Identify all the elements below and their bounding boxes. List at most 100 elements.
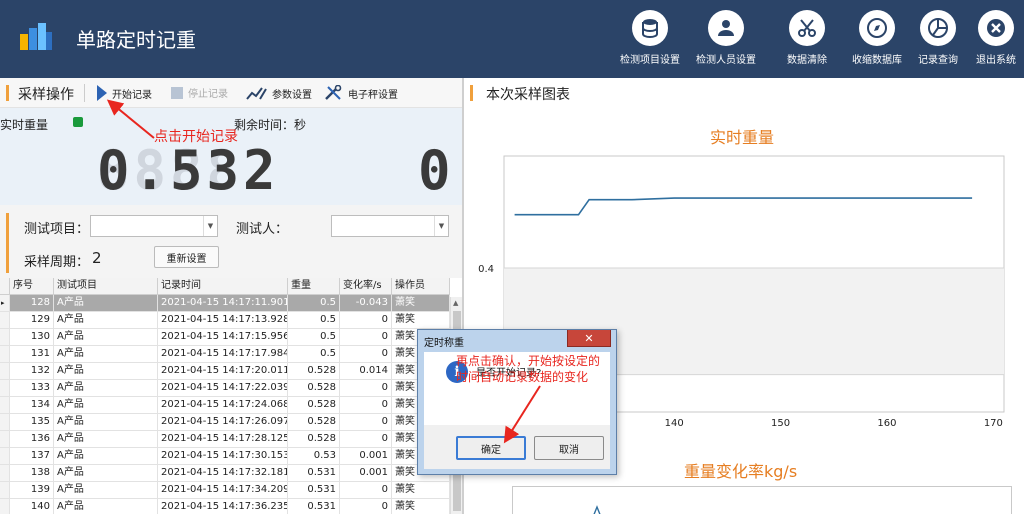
table-cell: 0.528 <box>288 363 340 380</box>
personnel-settings-label: 检测人员设置 <box>696 55 756 66</box>
table-cell: 0.5 <box>288 346 340 363</box>
table-row[interactable]: 131 A产品 2021-04-15 14:17:17.984 0.5 0 萧笑 <box>0 346 450 363</box>
table-cell: 0.528 <box>288 380 340 397</box>
chart-section-title: 本次采样图表 <box>486 87 570 103</box>
table-row[interactable]: 136 A产品 2021-04-15 14:17:28.125 0.528 0 萧笑 <box>0 431 450 448</box>
row-selector[interactable] <box>0 465 10 482</box>
table-row[interactable]: 134 A产品 2021-04-15 14:17:24.068 0.528 0 萧笑 <box>0 397 450 414</box>
row-selector[interactable] <box>0 346 10 363</box>
row-selector[interactable] <box>0 312 10 329</box>
row-selector[interactable] <box>0 414 10 431</box>
table-row[interactable]: 140 A产品 2021-04-15 14:17:36.235 0.531 0 萧笑 <box>0 499 450 514</box>
table-cell: 萧笑 <box>392 312 450 329</box>
x-tick-label: 140 <box>665 418 684 429</box>
table-row[interactable]: 138 A产品 2021-04-15 14:17:32.181 0.531 0.001 萧… <box>0 465 450 482</box>
tools-icon <box>325 85 342 100</box>
column-header[interactable]: 测试项目 <box>54 278 158 295</box>
table-cell: 134 <box>10 397 54 414</box>
clear-data-button[interactable]: 数据清除 <box>771 10 843 68</box>
scroll-up-icon[interactable]: ▲ <box>453 299 458 307</box>
table-cell: 136 <box>10 431 54 448</box>
sampling-toolbar: 采样操作 开始记录 停止记录 参数设置 电子秤设置 <box>0 78 462 108</box>
weight-rate-chart-title: 重量变化率kg/s <box>684 462 798 481</box>
table-cell: A产品 <box>54 431 158 448</box>
row-selector[interactable] <box>0 431 10 448</box>
row-selector[interactable] <box>0 448 10 465</box>
sampling-section-title: 采样操作 <box>18 87 74 103</box>
table-cell: 2021-04-15 14:17:34.209 <box>158 482 288 499</box>
parameter-settings-button[interactable]: 参数设置 <box>246 85 312 101</box>
tester-label: 测试人： <box>236 222 289 237</box>
table-cell: 0.53 <box>288 448 340 465</box>
section-marker <box>6 85 9 101</box>
dialog-cancel-button[interactable]: 取消 <box>534 436 604 460</box>
row-selector[interactable] <box>0 363 10 380</box>
y-tick-label: 0.4 <box>478 264 494 275</box>
table-cell: A产品 <box>54 346 158 363</box>
table-cell: 2021-04-15 14:17:13.928 <box>158 312 288 329</box>
column-header[interactable]: 变化率/s <box>340 278 392 295</box>
table-cell: 0.528 <box>288 397 340 414</box>
row-header-corner <box>0 278 10 295</box>
row-selector[interactable] <box>0 380 10 397</box>
table-cell: 0 <box>340 482 392 499</box>
test-form-panel: 测试项目： ▼ 测试人： ▼ 采样周期： 2 <box>0 205 462 278</box>
row-selector[interactable] <box>0 499 10 514</box>
records-table: 序号 测试项目 记录时间 重量 变化率/s 操作员 ▸ 128 A产品 2021-04… <box>0 278 462 514</box>
database-icon <box>642 19 658 39</box>
stop-icon <box>171 86 183 99</box>
table-row[interactable]: 137 A产品 2021-04-15 14:17:30.153 0.53 0.001 萧笑 <box>0 448 450 465</box>
table-row[interactable]: 135 A产品 2021-04-15 14:17:26.097 0.528 0 萧笑 <box>0 414 450 431</box>
table-cell: 0.528 <box>288 414 340 431</box>
table-cell: 2021-04-15 14:17:26.097 <box>158 414 288 431</box>
app-logo-icon <box>20 23 52 50</box>
reset-button[interactable]: 重新设置 <box>154 246 219 268</box>
dialog-ok-button[interactable]: 确定 <box>456 436 526 460</box>
row-selector[interactable] <box>0 482 10 499</box>
stop-record-button[interactable]: 停止记录 <box>170 85 228 100</box>
column-header[interactable]: 序号 <box>10 278 54 295</box>
table-cell: 0 <box>340 346 392 363</box>
table-cell: 140 <box>10 499 54 514</box>
table-row[interactable]: 130 A产品 2021-04-15 14:17:15.956 0.5 0 萧笑 <box>0 329 450 346</box>
x-tick-label: 170 <box>984 418 1003 429</box>
x-tick-label: 160 <box>877 418 896 429</box>
table-cell: 0 <box>340 414 392 431</box>
sampling-period-label: 采样周期： <box>24 255 90 270</box>
test-item-select[interactable]: ▼ <box>90 215 218 237</box>
column-header[interactable]: 记录时间 <box>158 278 288 295</box>
table-cell: A产品 <box>54 363 158 380</box>
table-row[interactable]: 132 A产品 2021-04-15 14:17:20.011 0.528 0.014 萧… <box>0 363 450 380</box>
row-selector[interactable] <box>0 329 10 346</box>
close-icon: ✕ <box>584 331 594 345</box>
table-cell: 2021-04-15 14:17:30.153 <box>158 448 288 465</box>
table-cell: 138 <box>10 465 54 482</box>
section-marker <box>470 85 473 101</box>
table-cell: 131 <box>10 346 54 363</box>
row-selector[interactable] <box>0 397 10 414</box>
column-header[interactable]: 重量 <box>288 278 340 295</box>
start-hint-annotation: 点击开始记录 <box>154 129 238 145</box>
project-settings-button[interactable]: 检测项目设置 <box>614 10 686 68</box>
table-cell: A产品 <box>54 312 158 329</box>
exit-system-button[interactable]: 退出系统 <box>960 10 1024 68</box>
row-selector[interactable]: ▸ <box>0 295 10 312</box>
table-row[interactable]: 129 A产品 2021-04-15 14:17:13.928 0.5 0 萧笑 <box>0 312 450 329</box>
table-cell: A产品 <box>54 448 158 465</box>
tester-select[interactable]: ▼ <box>331 215 449 237</box>
column-header[interactable]: 操作员 <box>392 278 450 295</box>
dialog-close-button[interactable]: ✕ <box>567 330 611 347</box>
personnel-settings-button[interactable]: 检测人员设置 <box>690 10 762 68</box>
table-row[interactable]: 133 A产品 2021-04-15 14:17:22.039 0.528 0 萧笑 <box>0 380 450 397</box>
table-row[interactable]: 139 A产品 2021-04-15 14:17:34.209 0.531 0 萧笑 <box>0 482 450 499</box>
table-row[interactable]: ▸ 128 A产品 2021-04-15 14:17:11.901 0.5 -0.043 萧… <box>0 295 450 312</box>
toolbar-separator <box>84 84 85 102</box>
timed-weighing-dialog: 定时称重 ✕ i 是否开始记录? 确定 取消 <box>417 329 617 475</box>
scale-settings-button[interactable]: 电子秤设置 <box>324 85 398 101</box>
table-cell: A产品 <box>54 329 158 346</box>
start-record-button[interactable]: 开始记录 <box>96 85 152 101</box>
table-cell: 139 <box>10 482 54 499</box>
app-header: 单路定时记重 检测项目设置 检测人员设置 数据清除 收缩数据库 记录查询 退出系… <box>0 0 1024 78</box>
table-cell: 2021-04-15 14:17:22.039 <box>158 380 288 397</box>
dialog-title: 定时称重 <box>424 338 464 349</box>
